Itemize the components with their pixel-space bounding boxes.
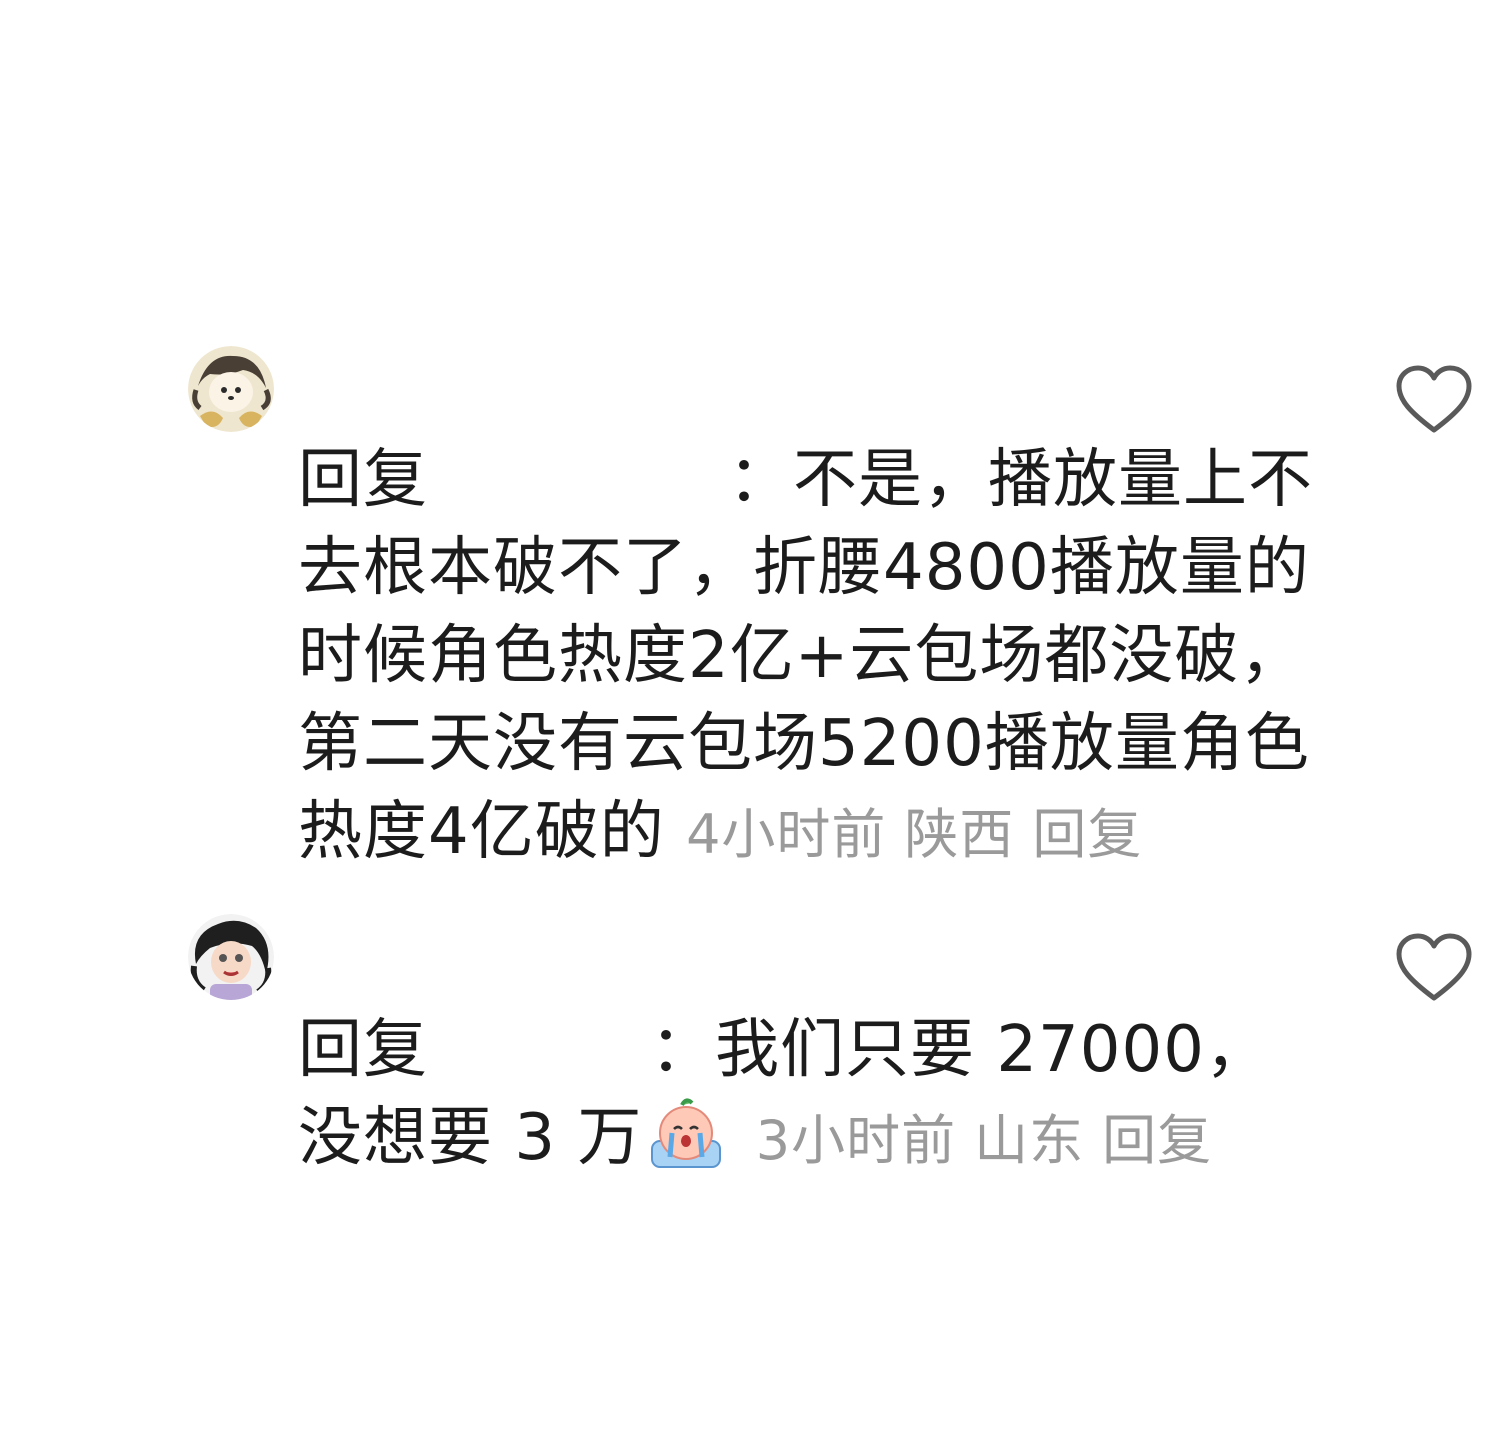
avatar-cartoon-girl-icon bbox=[188, 914, 274, 1000]
comment-body: 回复 ：我们只要 27000，没想要 3 万 3小时前 山东 回复 bbox=[298, 1006, 1318, 1185]
comment-body: 回复 ：不是，播放量上不去根本破不了，折腰4800播放量的时候角色热度2亿+云包场… bbox=[298, 436, 1318, 879]
comment-meta: 4小时前 陕西 回复 bbox=[686, 803, 1160, 866]
heart-icon bbox=[1396, 365, 1472, 433]
comment-location: 陕西 bbox=[904, 803, 1015, 866]
user-avatar[interactable] bbox=[188, 914, 274, 1000]
reply-button[interactable]: 回复 bbox=[1032, 803, 1142, 866]
comment-time: 3小时前 bbox=[755, 1109, 957, 1172]
reply-prefix: 回复 bbox=[298, 443, 428, 517]
comment-time: 4小时前 bbox=[686, 803, 887, 866]
crying-emoji-icon bbox=[648, 1095, 724, 1171]
comment-meta: 3小时前 山东 回复 bbox=[756, 1109, 1230, 1172]
comment-location: 山东 bbox=[974, 1109, 1085, 1172]
colon: ： bbox=[728, 443, 793, 517]
reply-prefix: 回复 bbox=[298, 1013, 428, 1087]
like-button[interactable] bbox=[1394, 364, 1474, 436]
like-button[interactable] bbox=[1394, 932, 1474, 1004]
heart-icon bbox=[1396, 933, 1472, 1001]
reply-button[interactable]: 回复 bbox=[1102, 1109, 1212, 1172]
colon: ： bbox=[650, 1013, 715, 1087]
user-avatar[interactable] bbox=[188, 346, 274, 432]
avatar-cartoon-boy-icon bbox=[188, 346, 274, 432]
